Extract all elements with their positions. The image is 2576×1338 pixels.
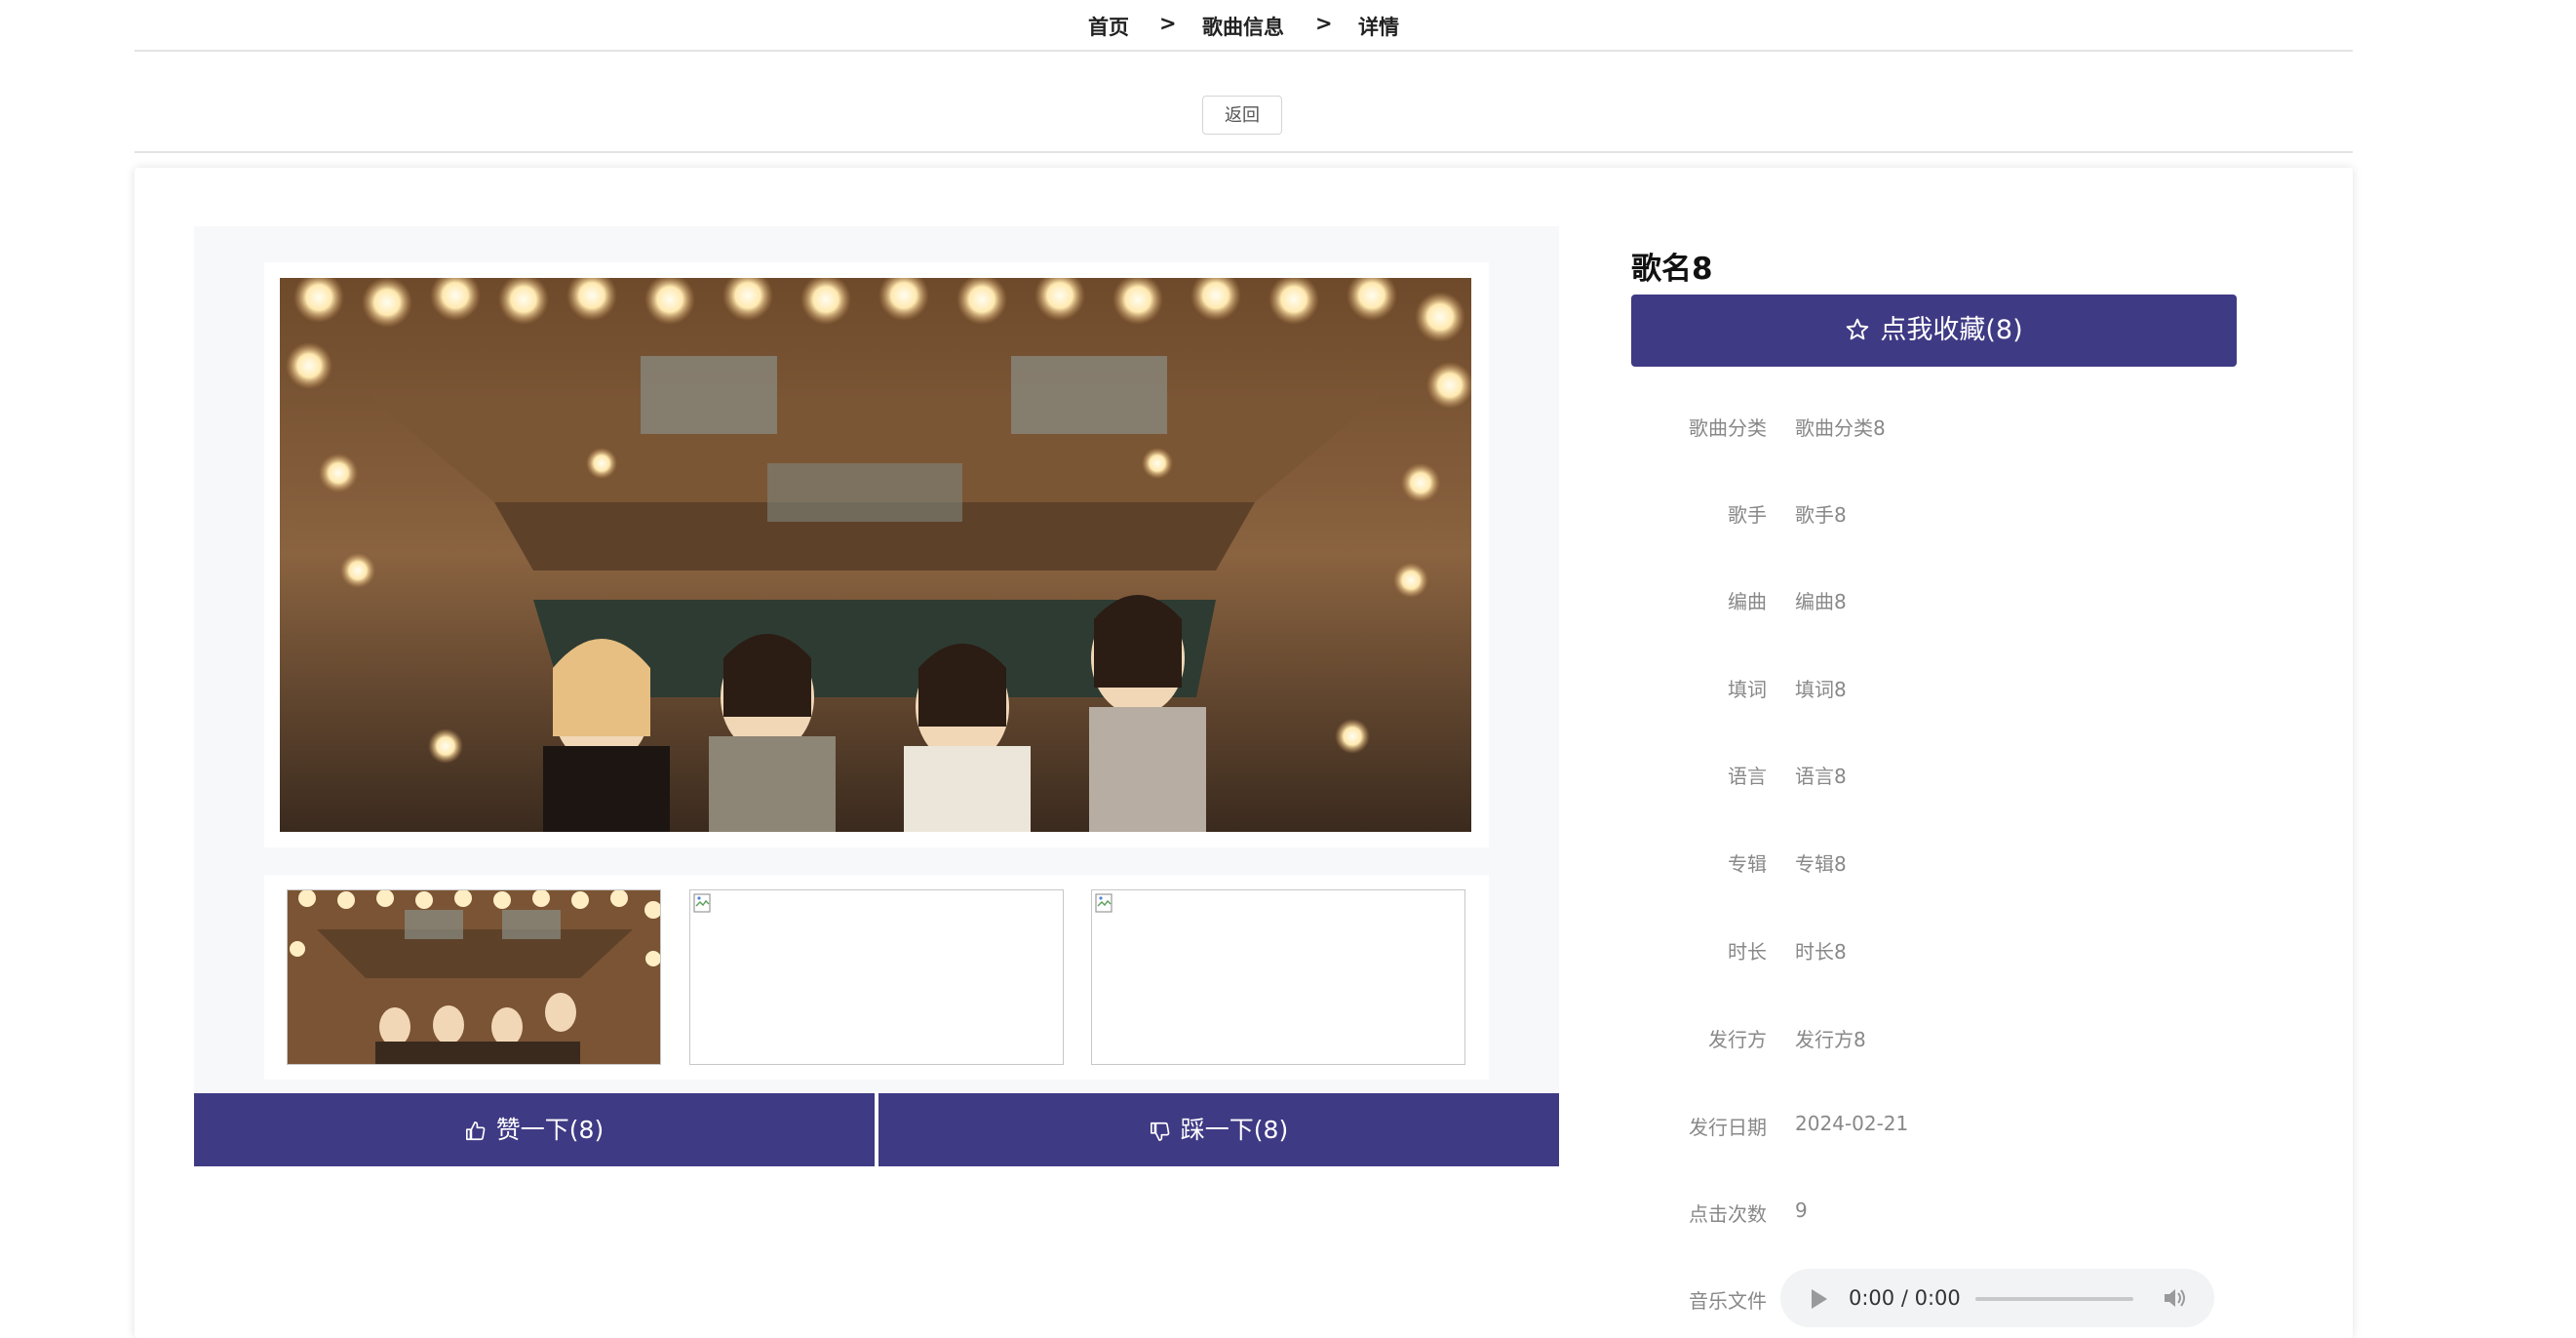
- divider: [135, 50, 2353, 52]
- breadcrumb-song-info[interactable]: 歌曲信息: [1202, 12, 1284, 41]
- main-image[interactable]: [280, 278, 1471, 832]
- field-value-category: 歌曲分类8: [1795, 416, 1886, 440]
- field-label-publisher: 发行方: [1708, 1028, 1767, 1051]
- group-photo-image: [280, 278, 1471, 832]
- field-label-arranger: 编曲: [1728, 590, 1767, 613]
- play-icon[interactable]: [1810, 1288, 1829, 1310]
- favorite-button[interactable]: 点我收藏(8): [1631, 295, 2237, 367]
- field-label-category: 歌曲分类: [1689, 416, 1767, 440]
- breadcrumb-separator: >: [1159, 12, 1177, 35]
- like-label: 赞一下(8): [495, 1116, 605, 1144]
- field-label-language: 语言: [1728, 765, 1767, 788]
- breadcrumb: 首页 > 歌曲信息 > 详情: [0, 0, 2576, 51]
- field-value-click-count: 9: [1795, 1199, 1808, 1222]
- thumbnail-2[interactable]: [689, 889, 1064, 1065]
- song-title: 歌名8: [1631, 252, 1713, 287]
- field-value-singer: 歌手8: [1795, 503, 1847, 527]
- field-value-release-date: 2024-02-21: [1795, 1112, 1909, 1135]
- broken-image-icon: [693, 893, 711, 913]
- thumbnail-3[interactable]: [1091, 889, 1465, 1065]
- field-value-language: 语言8: [1795, 765, 1847, 788]
- field-value-lyricist: 填词8: [1795, 678, 1847, 701]
- breadcrumb-home[interactable]: 首页: [1088, 12, 1129, 41]
- audio-progress-track[interactable]: [1975, 1297, 2133, 1301]
- field-label-album: 专辑: [1728, 852, 1767, 876]
- field-label-release-date: 发行日期: [1689, 1116, 1767, 1139]
- field-label-click-count: 点击次数: [1689, 1202, 1767, 1226]
- audio-time: 0:00 / 0:00: [1849, 1286, 1961, 1310]
- broken-image-icon: [1095, 893, 1112, 913]
- divider: [135, 151, 2353, 153]
- volume-icon[interactable]: [2163, 1286, 2188, 1310]
- field-value-duration: 时长8: [1795, 940, 1847, 964]
- group-photo-thumbnail: [288, 890, 660, 1064]
- back-button[interactable]: 返回: [1202, 96, 1282, 135]
- field-value-publisher: 发行方8: [1795, 1028, 1866, 1051]
- field-label-lyricist: 填词: [1728, 678, 1767, 701]
- star-icon: [1847, 318, 1869, 339]
- thumbs-down-icon: [1150, 1122, 1170, 1141]
- breadcrumb-current: 详情: [1358, 16, 1399, 39]
- audio-player[interactable]: 0:00 / 0:00: [1780, 1269, 2214, 1327]
- thumbnail-1[interactable]: [287, 889, 661, 1065]
- field-label-duration: 时长: [1728, 940, 1767, 964]
- field-label-music-file: 音乐文件: [1689, 1289, 1767, 1313]
- field-value-arranger: 编曲8: [1795, 590, 1847, 613]
- breadcrumb-separator: >: [1315, 12, 1333, 35]
- thumbs-up-icon: [465, 1122, 486, 1141]
- dislike-button[interactable]: 踩一下(8): [878, 1093, 1559, 1166]
- favorite-label: 点我收藏(8): [1880, 315, 2023, 345]
- dislike-label: 踩一下(8): [1180, 1116, 1289, 1144]
- field-value-album: 专辑8: [1795, 852, 1847, 876]
- field-label-singer: 歌手: [1728, 503, 1767, 527]
- like-button[interactable]: 赞一下(8): [194, 1093, 875, 1166]
